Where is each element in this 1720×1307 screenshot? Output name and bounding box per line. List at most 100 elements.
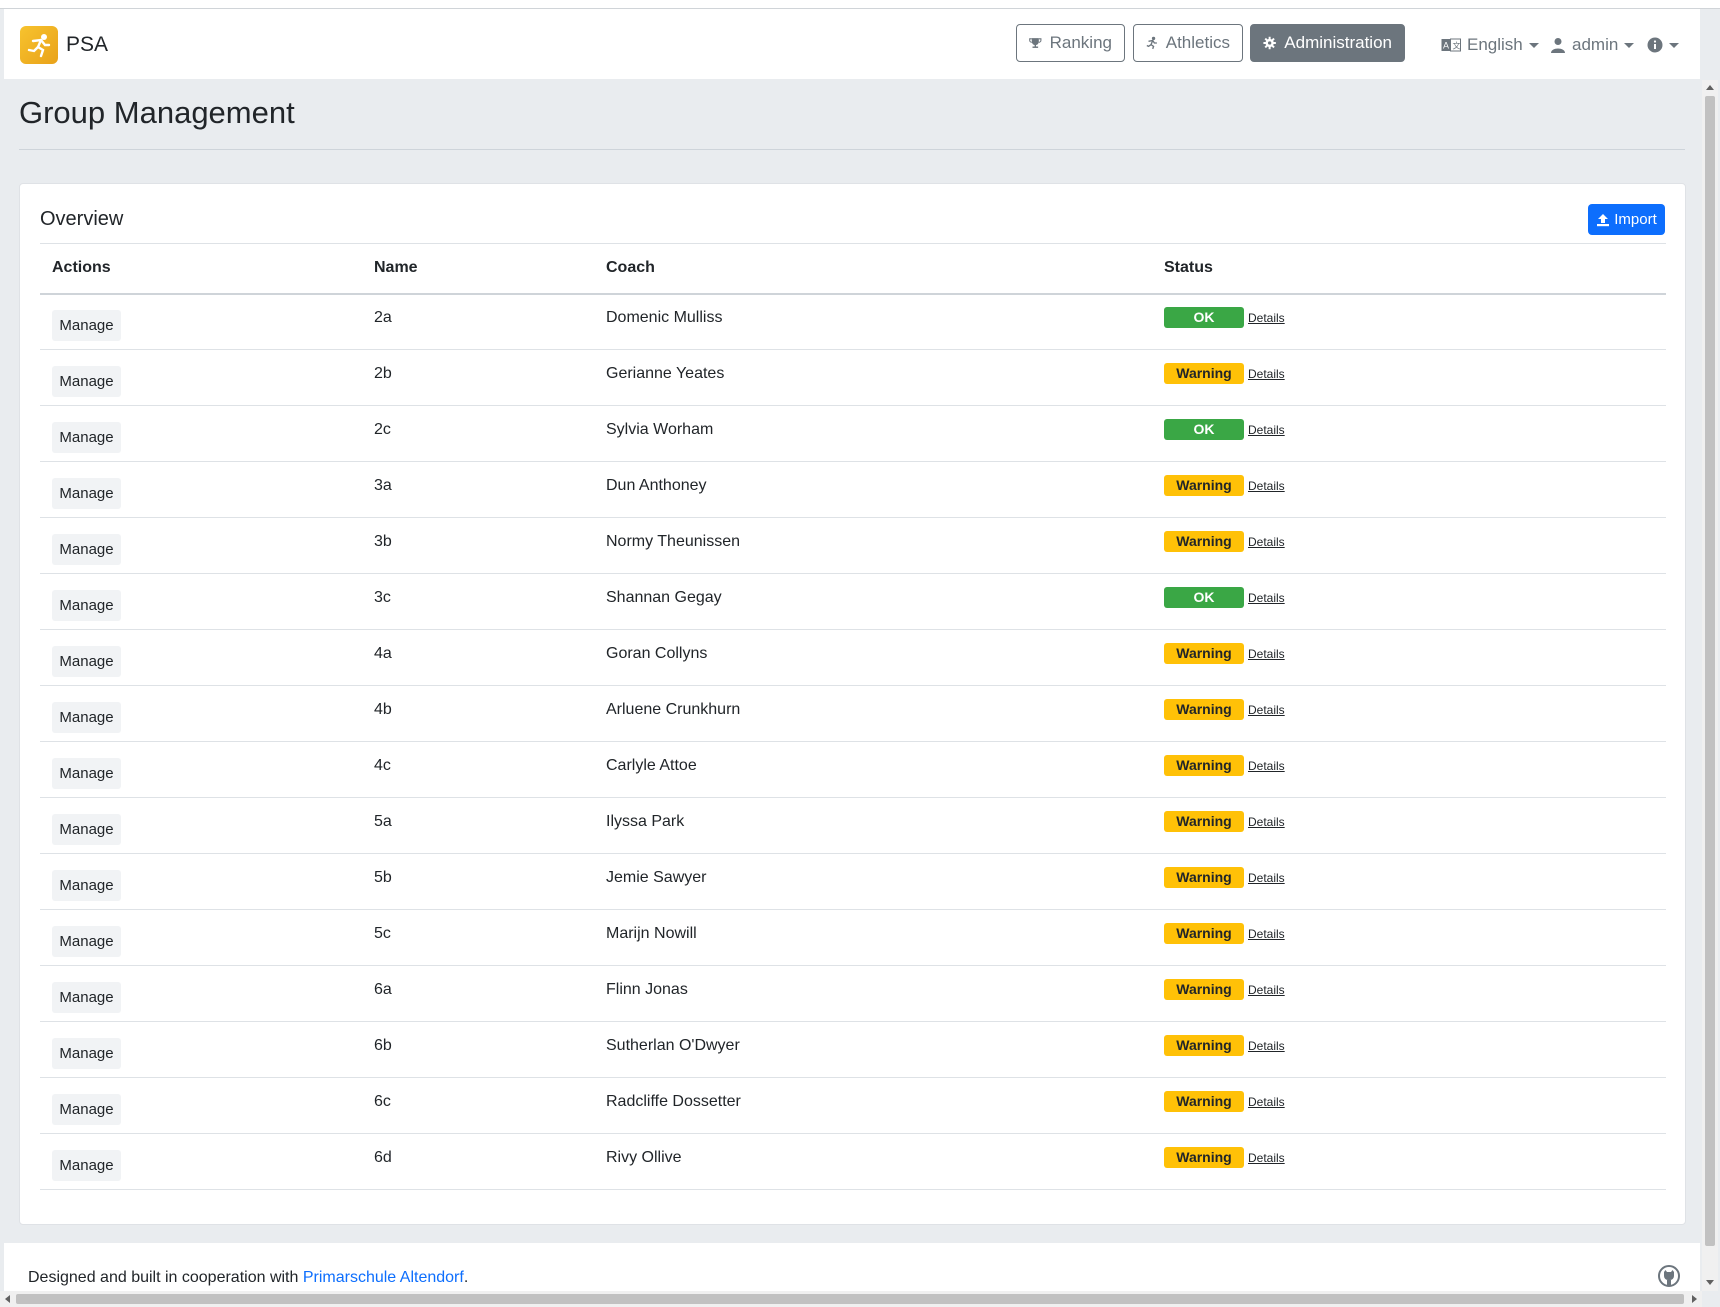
coach-cell: Carlyle Attoe — [594, 741, 1152, 798]
name-cell: 2b — [362, 349, 594, 406]
vertical-scrollbar[interactable] — [1702, 80, 1718, 1291]
running-athlete-icon — [20, 26, 58, 64]
group-name: 6a — [374, 980, 392, 998]
footer-text: Designed and built in cooperation with P… — [28, 1269, 468, 1287]
language-dropdown[interactable]: A 文 English — [1441, 33, 1539, 57]
status-badge: Warning — [1164, 531, 1244, 552]
actions-cell: Manage — [40, 685, 362, 742]
horizontal-scrollbar[interactable] — [0, 1291, 1702, 1307]
manage-button[interactable]: Manage — [52, 702, 121, 733]
group-name: 4a — [374, 644, 392, 662]
manage-button[interactable]: Manage — [52, 534, 121, 565]
status-group: Warning Details — [1164, 923, 1285, 944]
nav-ranking-button[interactable]: Ranking — [1016, 24, 1125, 62]
status-cell: Warning Details — [1152, 349, 1666, 406]
manage-button[interactable]: Manage — [52, 758, 121, 789]
group-name: 6d — [374, 1148, 392, 1166]
brand[interactable]: PSA — [20, 25, 108, 65]
manage-button[interactable]: Manage — [52, 478, 121, 509]
column-header-name: Name — [362, 243, 594, 295]
name-cell: 6c — [362, 1077, 594, 1134]
manage-button[interactable]: Manage — [52, 926, 121, 957]
footer-credit: Designed and built in cooperation with — [28, 1269, 303, 1286]
table-header-row: Actions Name Coach Status — [40, 243, 1666, 295]
page-title: Group Management — [19, 95, 295, 130]
details-link[interactable]: Details — [1248, 311, 1285, 325]
group-name: 3a — [374, 476, 392, 494]
details-link[interactable]: Details — [1248, 647, 1285, 661]
nav-athletics-button[interactable]: Athletics — [1133, 24, 1243, 62]
coach-name: Shannan Gegay — [606, 588, 722, 606]
manage-button[interactable]: Manage — [52, 366, 121, 397]
status-cell: Warning Details — [1152, 853, 1666, 910]
status-cell: Warning Details — [1152, 797, 1666, 854]
user-dropdown[interactable]: admin — [1550, 33, 1635, 57]
manage-button[interactable]: Manage — [52, 814, 121, 845]
language-label: English — [1467, 35, 1523, 54]
import-button[interactable]: Import — [1588, 204, 1665, 235]
details-link[interactable]: Details — [1248, 1151, 1285, 1165]
details-link[interactable]: Details — [1248, 703, 1285, 717]
scroll-right-icon[interactable] — [1692, 1295, 1697, 1303]
group-name: 5b — [374, 868, 392, 886]
nav-administration-button[interactable]: Administration — [1250, 24, 1405, 62]
table-row: Manage 6c Radcliffe Dossetter Warning Detail… — [40, 1077, 1666, 1134]
actions-cell: Manage — [40, 1133, 362, 1190]
info-dropdown[interactable] — [1647, 33, 1679, 57]
coach-cell: Domenic Mulliss — [594, 293, 1152, 350]
status-group: Warning Details — [1164, 811, 1285, 832]
details-link[interactable]: Details — [1248, 1095, 1285, 1109]
manage-button[interactable]: Manage — [52, 422, 121, 453]
status-cell: Warning Details — [1152, 1021, 1666, 1078]
details-link[interactable]: Details — [1248, 815, 1285, 829]
coach-name: Radcliffe Dossetter — [606, 1092, 741, 1110]
details-link[interactable]: Details — [1248, 535, 1285, 549]
status-badge: Warning — [1164, 475, 1244, 496]
manage-button[interactable]: Manage — [52, 646, 121, 677]
details-link[interactable]: Details — [1248, 983, 1285, 997]
manage-button[interactable]: Manage — [52, 870, 121, 901]
details-link[interactable]: Details — [1248, 367, 1285, 381]
horizontal-scroll-thumb[interactable] — [16, 1294, 1684, 1304]
status-badge: Warning — [1164, 699, 1244, 720]
manage-button[interactable]: Manage — [52, 310, 121, 342]
details-link[interactable]: Details — [1248, 423, 1285, 437]
details-link[interactable]: Details — [1248, 871, 1285, 885]
column-header-coach: Coach — [594, 243, 1152, 295]
actions-cell: Manage — [40, 405, 362, 462]
details-link[interactable]: Details — [1248, 1039, 1285, 1053]
details-link[interactable]: Details — [1248, 927, 1285, 941]
coach-name: Carlyle Attoe — [606, 756, 697, 774]
status-badge: Warning — [1164, 1035, 1244, 1056]
footer-school-link[interactable]: Primarschule Altendorf — [303, 1269, 464, 1286]
manage-button[interactable]: Manage — [52, 1038, 121, 1069]
status-group: Warning Details — [1164, 1147, 1285, 1168]
table-row: Manage 4b Arluene Crunkhurn Warning Details — [40, 685, 1666, 742]
details-link[interactable]: Details — [1248, 479, 1285, 493]
vertical-scroll-thumb[interactable] — [1705, 96, 1715, 1246]
status-group: Warning Details — [1164, 867, 1285, 888]
manage-button[interactable]: Manage — [52, 1150, 121, 1181]
status-group: Warning Details — [1164, 755, 1285, 776]
scroll-left-icon[interactable] — [5, 1295, 10, 1303]
status-badge: Warning — [1164, 923, 1244, 944]
status-group: Warning Details — [1164, 979, 1285, 1000]
coach-name: Sutherlan O'Dwyer — [606, 1036, 740, 1054]
coach-name: Gerianne Yeates — [606, 364, 725, 382]
group-name: 4b — [374, 700, 392, 718]
table-body: Manage 2a Domenic Mulliss OK Details Manage 2b… — [40, 293, 1666, 1190]
card-title: Overview — [40, 208, 124, 230]
details-link[interactable]: Details — [1248, 591, 1285, 605]
manage-button[interactable]: Manage — [52, 1094, 121, 1125]
manage-button[interactable]: Manage — [52, 590, 121, 621]
github-icon[interactable] — [1658, 1265, 1680, 1287]
scroll-up-icon[interactable] — [1706, 85, 1714, 90]
coach-cell: Jemie Sawyer — [594, 853, 1152, 910]
name-cell: 6a — [362, 965, 594, 1022]
status-cell: Warning Details — [1152, 685, 1666, 742]
group-name: 2a — [374, 308, 392, 326]
details-link[interactable]: Details — [1248, 759, 1285, 773]
manage-button[interactable]: Manage — [52, 982, 121, 1013]
status-badge: Warning — [1164, 643, 1244, 664]
scroll-down-icon[interactable] — [1706, 1280, 1714, 1285]
